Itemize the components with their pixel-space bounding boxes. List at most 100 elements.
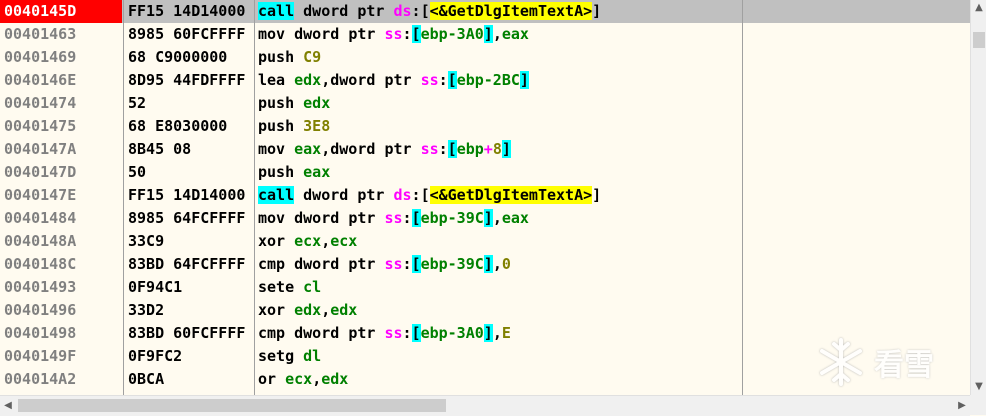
- instruction-bytes: 68 E8030000: [128, 117, 228, 135]
- mnemonic: push: [258, 163, 295, 181]
- instruction-address: 004014A2: [4, 370, 77, 388]
- instruction-address: 00401484: [4, 209, 77, 227]
- instruction-text: mov eax,dword ptr ss:[ebp+8]: [258, 138, 511, 161]
- comma: ,: [492, 255, 502, 273]
- column-divider: [254, 0, 255, 395]
- vertical-scrollbar[interactable]: ▲ ▼: [970, 0, 986, 395]
- column-divider: [742, 0, 743, 395]
- scroll-left-arrow-icon[interactable]: ◀: [0, 398, 16, 414]
- register: edx: [303, 94, 331, 112]
- mnemonic: setg: [258, 347, 295, 365]
- colon: :: [402, 324, 412, 342]
- instruction-text: call dword ptr ds:[<&GetDlgItemTextA>]: [258, 184, 601, 207]
- mnemonic: mov: [258, 209, 286, 227]
- mnemonic: lea: [258, 71, 286, 89]
- register: edx: [294, 301, 322, 319]
- size-keyword: dword: [303, 186, 349, 204]
- bracket: ]: [483, 255, 493, 273]
- colon: :: [438, 71, 448, 89]
- instruction-row[interactable]: 00401493 0F94C1 sete cl: [0, 276, 970, 299]
- memory-sign: +: [483, 140, 493, 158]
- instruction-row[interactable]: 00401474 52 push edx: [0, 92, 970, 115]
- bracket: ]: [519, 71, 529, 89]
- instruction-text: sete cl: [258, 276, 321, 299]
- comma: ,: [321, 301, 331, 319]
- instruction-address: 00401475: [4, 117, 77, 135]
- register: eax: [501, 209, 529, 227]
- instruction-row[interactable]: 0040147A 8B45 08 mov eax,dword ptr ss:[ebp…: [0, 138, 970, 161]
- register: ecx: [294, 232, 322, 250]
- segment-prefix: ss: [384, 209, 403, 227]
- ptr-keyword: ptr: [357, 186, 385, 204]
- bracket: [: [411, 209, 421, 227]
- instruction-bytes: 68 C9000000: [128, 48, 228, 66]
- instruction-row[interactable]: 0040145D FF15 14D14000 call dword ptr ds:[…: [0, 0, 970, 23]
- instruction-address: 0040147D: [4, 163, 77, 181]
- register: ecx: [285, 370, 313, 388]
- comma: ,: [312, 370, 322, 388]
- register: eax: [294, 140, 322, 158]
- scroll-up-arrow-icon[interactable]: ▲: [971, 0, 986, 16]
- instruction-row[interactable]: 0040148A 33C9 xor ecx,ecx: [0, 230, 970, 253]
- comma: ,: [492, 209, 502, 227]
- horizontal-scroll-thumb[interactable]: [18, 399, 446, 412]
- instruction-bytes: 8985 64FCFFFF: [128, 209, 246, 227]
- instruction-address: 00401493: [4, 278, 77, 296]
- instruction-text: cmp dword ptr ss:[ebp-39C],0: [258, 253, 511, 276]
- ptr-keyword: ptr: [384, 140, 412, 158]
- instruction-address: 00401463: [4, 25, 77, 43]
- register: cl: [303, 278, 322, 296]
- segment-prefix: ss: [384, 255, 403, 273]
- scroll-right-arrow-icon[interactable]: ▶: [954, 398, 970, 414]
- register: eax: [303, 163, 331, 181]
- horizontal-scrollbar[interactable]: ◀ ▶: [0, 395, 970, 416]
- instruction-bytes: 8D95 44FDFFFF: [128, 71, 246, 89]
- bracket: [: [411, 25, 421, 43]
- segment-prefix: ss: [384, 25, 403, 43]
- instruction-address: 0040148A: [4, 232, 77, 250]
- instruction-row[interactable]: 00401496 33D2 xor edx,edx: [0, 299, 970, 322]
- immediate: 3E8: [303, 117, 331, 135]
- api-name: <&GetDlgItemTextA>: [429, 2, 593, 20]
- instruction-row[interactable]: 00401469 68 C9000000 push C9: [0, 46, 970, 69]
- colon: :: [402, 255, 412, 273]
- bracket: [: [420, 186, 430, 204]
- instruction-row[interactable]: 00401463 8985 60FCFFFF mov dword ptr ss:[e…: [0, 23, 970, 46]
- scroll-down-arrow-icon[interactable]: ▼: [971, 379, 986, 395]
- instruction-row[interactable]: 0040146E 8D95 44FDFFFF lea edx,dword ptr s…: [0, 69, 970, 92]
- instruction-row[interactable]: 0040147E FF15 14D14000 call dword ptr ds:[…: [0, 184, 970, 207]
- ptr-keyword: ptr: [384, 71, 412, 89]
- instruction-row[interactable]: 00401484 8985 64FCFFFF mov dword ptr ss:[e…: [0, 207, 970, 230]
- instruction-text: mov dword ptr ss:[ebp-39C],eax: [258, 207, 529, 230]
- instruction-address: 0040148C: [4, 255, 77, 273]
- size-keyword: dword: [330, 71, 376, 89]
- ptr-keyword: ptr: [348, 255, 376, 273]
- instruction-row[interactable]: 0040147D 50 push eax: [0, 161, 970, 184]
- watermark-text: 看雪: [874, 348, 934, 383]
- mnemonic: push: [258, 94, 295, 112]
- instruction-text: push edx: [258, 92, 330, 115]
- immediate: E: [501, 324, 511, 342]
- instruction-text: mov dword ptr ss:[ebp-3A0],eax: [258, 23, 529, 46]
- comma: ,: [492, 324, 502, 342]
- kanxue-watermark: 看雪: [816, 336, 966, 392]
- instruction-bytes: 33D2: [128, 301, 165, 319]
- mnemonic: push: [258, 48, 295, 66]
- instruction-row[interactable]: 00401475 68 E8030000 push 3E8: [0, 115, 970, 138]
- mnemonic: sete: [258, 278, 295, 296]
- instruction-bytes: 8B45 08: [128, 140, 192, 158]
- immediate: 0: [501, 255, 511, 273]
- instruction-row[interactable]: 0040148C 83BD 64FCFFFF cmp dword ptr ss:[e…: [0, 253, 970, 276]
- ptr-keyword: ptr: [348, 25, 376, 43]
- colon: :: [438, 140, 448, 158]
- mnemonic: call: [258, 2, 295, 20]
- colon: :: [402, 25, 412, 43]
- memory-operand: ebp-39C: [420, 255, 484, 273]
- segment-prefix: ss: [420, 71, 439, 89]
- instruction-bytes: 83BD 64FCFFFF: [128, 255, 246, 273]
- immediate: C9: [303, 48, 322, 66]
- vertical-scroll-thumb[interactable]: [973, 32, 985, 48]
- size-keyword: dword: [303, 2, 349, 20]
- column-divider: [123, 0, 124, 395]
- memory-offset: 8: [492, 140, 502, 158]
